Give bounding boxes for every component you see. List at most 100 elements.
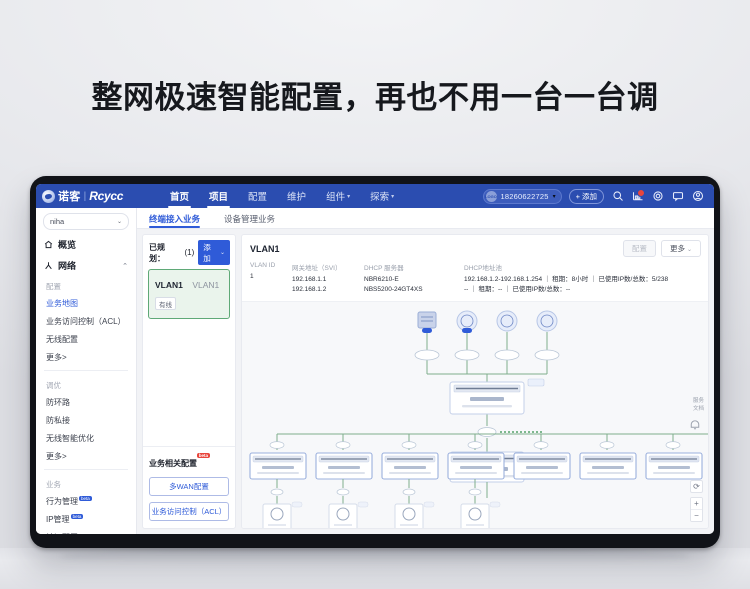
sidebar-item-service-map[interactable]: 业务地图 (36, 294, 136, 312)
meta-value: NBR6210-E (364, 275, 399, 283)
nav-item-label: 维护 (287, 192, 307, 203)
logo-text-en: Rcycc (89, 189, 124, 203)
meta-value: 192.168.1.2-192.168.1.254 ｜ 租期：8小时 ｜ 已使用… (464, 275, 669, 283)
nav-right-actions: LOGO 18260622725 ▾ + 添加 (482, 188, 709, 204)
sidebar-item-behavior-management[interactable]: 行为管理 beta (36, 492, 136, 510)
tab-terminal-access-service[interactable]: 终端接入业务 (149, 213, 201, 228)
sidebar-item-overview[interactable]: 概览 (36, 234, 136, 255)
meta-column-dhcp-server: DHCP 服务器 NBR6210-E NBS5200-24GT4XS (364, 262, 464, 295)
nav-item-label: 配置 (248, 192, 268, 203)
topology-node-internet-3 (536, 310, 558, 332)
add-button[interactable]: + 添加 (568, 188, 604, 204)
nav-item-config[interactable]: 配置 (238, 184, 277, 208)
beta-badge: beta (79, 495, 92, 501)
network-topology-canvas[interactable]: 服务 文档 ⟳ + − (242, 300, 708, 528)
topology-node-server (417, 311, 437, 333)
sidebar-item-label: 行为管理 (46, 496, 78, 506)
topology-access-layer (249, 430, 708, 528)
device-frame: 诺客 | Rcycc 首页 项目 配置 维护 组件 ▾ 探索 ▾ LOGO 18… (30, 176, 720, 548)
zoom-out-button[interactable]: − (691, 509, 702, 521)
chevron-down-icon: ▾ (552, 193, 556, 200)
topology-note-line-1: 服务 (692, 397, 704, 404)
support-chat-icon[interactable] (689, 419, 701, 431)
nav-item-label: 首页 (170, 192, 190, 203)
nav-item-home[interactable]: 首页 (160, 184, 199, 208)
sidebar-item-rogue-protection[interactable]: 防私接 (36, 411, 136, 429)
detail-title: VLAN1 (250, 243, 280, 254)
sidebar-item-loop-protection[interactable]: 防环路 (36, 393, 136, 411)
meta-value: 192.168.1.2 (292, 285, 327, 293)
network-selector-value: niha (50, 217, 65, 226)
notification-badge (637, 188, 645, 197)
sidebar-item-network[interactable]: 网络 ⌃ (36, 255, 136, 276)
home-icon (44, 240, 53, 249)
alert-chart-icon[interactable] (631, 188, 645, 203)
vlan-card-alias: VLAN1 (192, 280, 220, 290)
top-navigation-bar: 诺客 | Rcycc 首页 项目 配置 维护 组件 ▾ 探索 ▾ LOGO 18… (36, 184, 714, 208)
topology-node-internet-1 (456, 310, 478, 333)
screenshot-stage: 整网极速智能配置，再也不用一台一台调 诺客 | Rcycc 首页 项目 配置 维… (0, 0, 750, 589)
related-config-label: 业务相关配置 (149, 459, 197, 468)
more-button-label: 更多 (669, 244, 685, 253)
app-body: niha ⌄ 概览 网络 ⌃ 配置 业务地图 业务访问控制（ACL） 无线配置 … (36, 208, 714, 534)
vlan-card[interactable]: VLAN1 VLAN1 有线 (148, 269, 230, 319)
sidebar-item-more-tuning[interactable]: 更多> (36, 447, 136, 465)
more-button[interactable]: 更多 ⌄ (660, 240, 701, 257)
logo-text-cn: 诺客 (58, 191, 81, 203)
topology-note-line-2: 文档 (692, 405, 704, 412)
chevron-down-icon: ⌄ (116, 219, 122, 225)
meta-header: DHCP地址池 (464, 265, 502, 272)
sidebar-item-auth-config[interactable]: 认证配置 (36, 528, 136, 535)
planned-label: 已规划： (149, 242, 165, 263)
sidebar-item-wireless-config[interactable]: 无线配置 (36, 330, 136, 348)
nav-item-explore[interactable]: 探索 ▾ (360, 184, 404, 208)
logo-separator: | (83, 190, 87, 202)
sidebar-item-service-acl[interactable]: 业务访问控制（ACL） (36, 312, 136, 330)
vlan-card-name: VLAN1 (155, 280, 183, 290)
add-vlan-button[interactable]: 添加 ⌄ (198, 240, 230, 265)
sidebar-item-label: 网络 (58, 261, 77, 271)
sidebar-item-label: IP管理 (46, 514, 70, 524)
brand-logo[interactable]: 诺客 | Rcycc (42, 188, 160, 204)
beta-badge: beta (70, 513, 84, 519)
logo-mark-icon (42, 189, 55, 203)
configure-button[interactable]: 配置 (622, 240, 656, 257)
topology-side-note: 服务 文档 (693, 397, 704, 414)
sidebar-group-title: 配置 (46, 282, 61, 291)
nav-item-components[interactable]: 组件 ▾ (316, 184, 360, 208)
detail-panel: VLAN1 配置 更多 ⌄ VLAN ID 1 网关地址（SVI） 192.16… (241, 234, 709, 529)
message-icon[interactable] (671, 190, 684, 203)
sidebar-item-wireless-optimization[interactable]: 无线智能优化 (36, 429, 136, 447)
user-icon[interactable] (691, 190, 704, 203)
search-icon[interactable] (611, 190, 624, 203)
topology-access-points (262, 501, 501, 528)
chevron-down-icon: ⌄ (686, 247, 692, 253)
gear-icon[interactable] (651, 190, 664, 203)
nav-item-maintenance[interactable]: 维护 (277, 184, 316, 208)
add-button-label: 添加 (582, 191, 597, 201)
planned-count: (1) (184, 248, 195, 257)
desk-surface (0, 548, 750, 589)
network-selector-dropdown[interactable]: niha ⌄ (43, 213, 129, 230)
chevron-down-icon: ⌄ (219, 250, 225, 256)
multi-wan-config-button[interactable]: 多WAN配置 (149, 477, 229, 496)
tab-device-management-service[interactable]: 设备管理业务 (224, 213, 275, 228)
tab-bar: 终端接入业务 设备管理业务 (137, 208, 714, 229)
meta-value: 192.168.1.1 (292, 275, 327, 283)
meta-header: 网关地址（SVI） (292, 265, 342, 272)
service-acl-button[interactable]: 业务访问控制（ACL） (149, 502, 229, 521)
refresh-button[interactable]: ⟳ (690, 480, 703, 493)
account-selector[interactable]: LOGO 18260622725 ▾ (482, 188, 562, 204)
chevron-down-icon: ▾ (391, 193, 395, 200)
plus-icon: + (575, 191, 580, 201)
nav-item-project[interactable]: 项目 (199, 184, 238, 208)
sidebar-item-ip-management[interactable]: IP管理 beta (36, 510, 136, 528)
planned-header: 已规划： (1) 添加 ⌄ (143, 235, 235, 269)
topology-node-internet-2 (496, 310, 518, 332)
sidebar-item-more-config[interactable]: 更多> (36, 348, 136, 366)
avatar: LOGO (485, 190, 497, 202)
sidebar-group-title: 业务 (46, 480, 61, 489)
zoom-in-button[interactable]: + (691, 498, 702, 509)
meta-header: VLAN ID (250, 262, 276, 269)
nav-item-label: 项目 (209, 192, 229, 203)
